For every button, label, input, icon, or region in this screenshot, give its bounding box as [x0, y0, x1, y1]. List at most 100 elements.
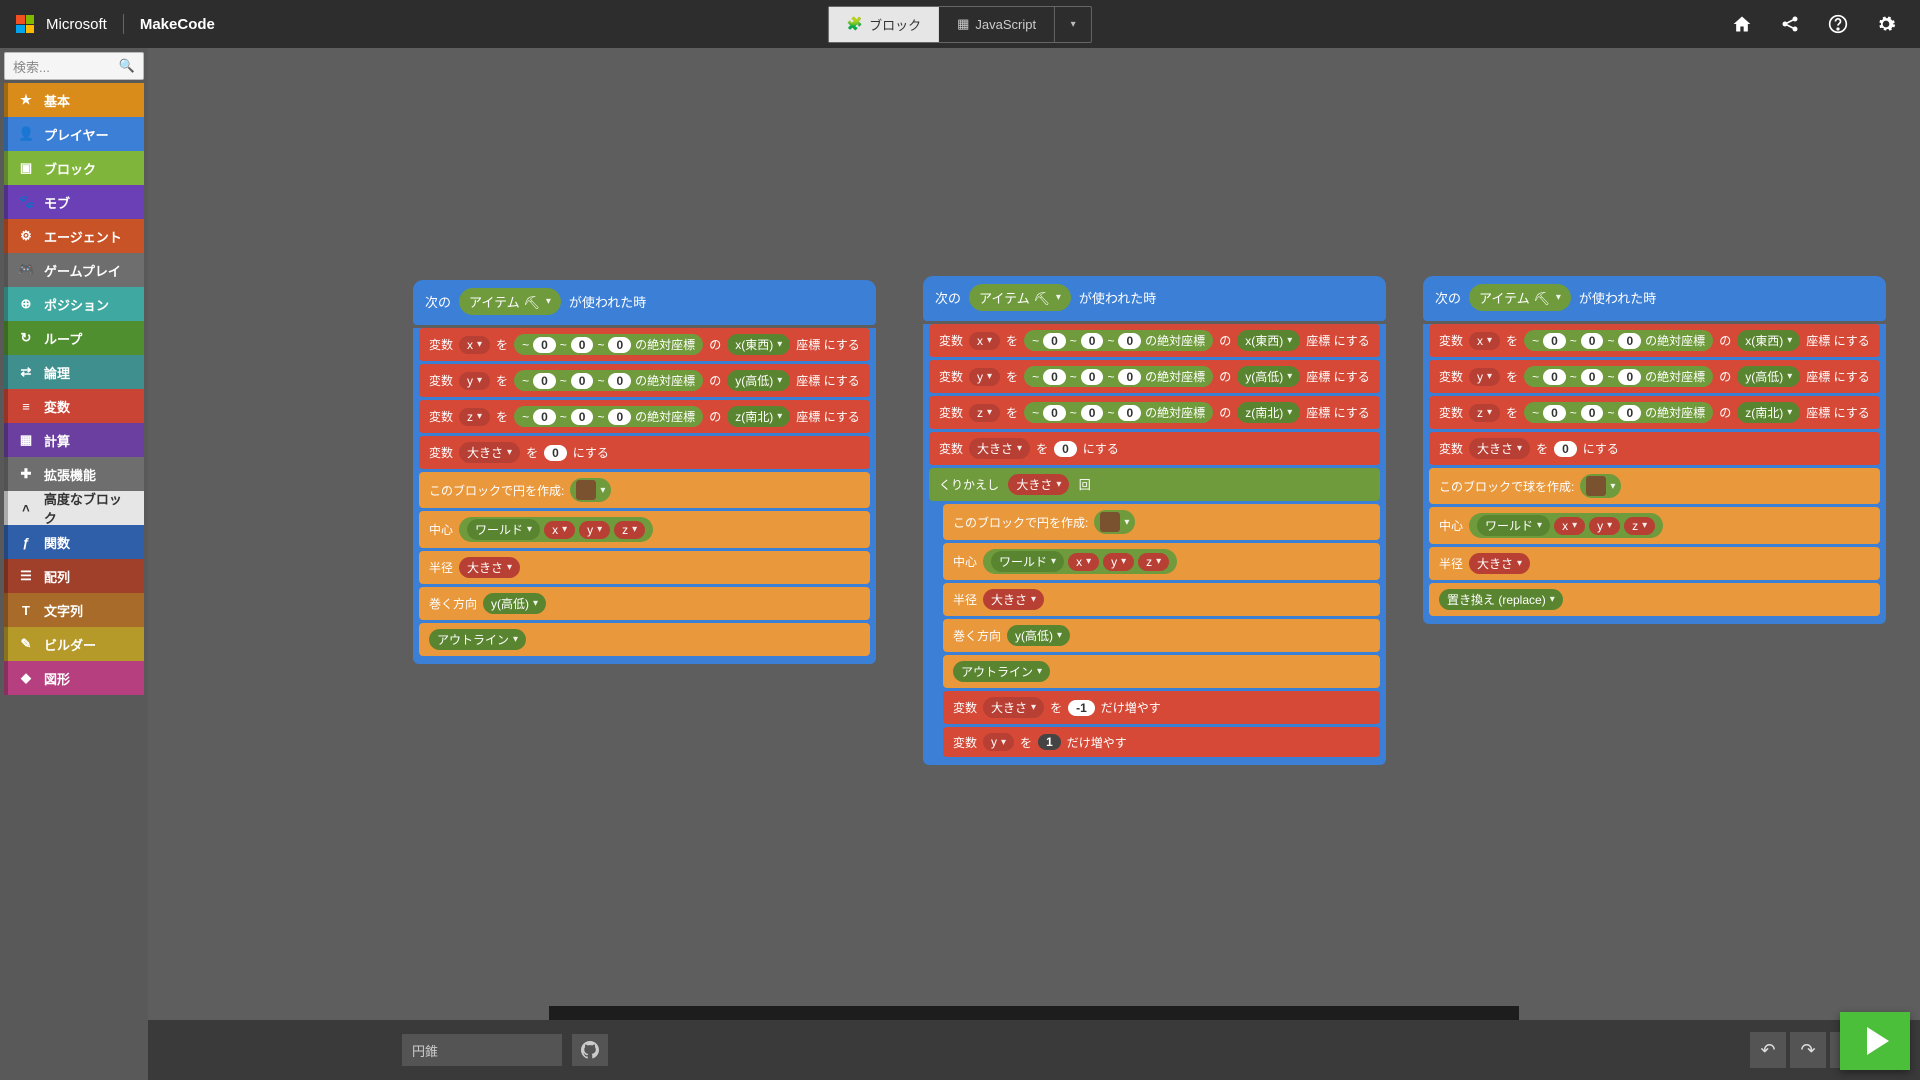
number-slot[interactable]: 0 [1081, 333, 1104, 349]
circle-statement[interactable]: このブロックで円を作成: ▾ [943, 504, 1380, 540]
category-9[interactable]: ≡変数 [4, 389, 144, 423]
set-var-statement[interactable]: 変数 y ▾ を ~ 0 ~ 0 ~ 0 の絶対座標 の y(高低) ▾ 座標 … [1429, 360, 1880, 393]
item-pill[interactable]: アイテム ⛏▾ [1469, 284, 1571, 311]
help-icon[interactable] [1828, 14, 1848, 34]
number-slot[interactable]: 0 [1118, 369, 1141, 385]
var-chip[interactable]: y ▾ [1103, 553, 1134, 571]
number-slot[interactable]: 0 [533, 409, 556, 425]
number-slot[interactable]: 0 [608, 409, 631, 425]
set-size-statement[interactable]: 変数 大きさ ▾ を 0 にする [1429, 432, 1880, 465]
radius-row[interactable]: 半径 大きさ ▾ [419, 551, 870, 584]
number-slot[interactable]: 0 [1043, 333, 1066, 349]
script-3[interactable]: 次の アイテム ⛏▾ が使われた時 変数 x ▾ を ~ 0 ~ 0 ~ 0 の… [1423, 276, 1886, 624]
dropdown-chip[interactable]: z(南北) ▾ [1237, 402, 1300, 423]
outline-row[interactable]: アウトライン ▾ [943, 655, 1380, 688]
var-chip[interactable]: y ▾ [579, 521, 610, 539]
tab-blocks[interactable]: 🧩ブロック [829, 7, 939, 42]
var-chip[interactable]: x ▾ [1068, 553, 1099, 571]
number-slot[interactable]: 0 [533, 337, 556, 353]
tab-javascript[interactable]: ▦JavaScript [939, 7, 1054, 42]
center-row[interactable]: 中心 ワールド ▾ x ▾ y ▾ z ▾ [943, 543, 1380, 580]
var-chip[interactable]: 大きさ ▾ [983, 589, 1044, 610]
dropdown-chip[interactable]: ワールド ▾ [991, 551, 1064, 572]
undo-button[interactable]: ↶ [1750, 1032, 1786, 1068]
category-16[interactable]: ✎ビルダー [4, 627, 144, 661]
var-chip[interactable]: x ▾ [1554, 517, 1585, 535]
number-slot[interactable]: 0 [1581, 405, 1604, 421]
circle-statement[interactable]: このブロックで円を作成: ▾ [419, 472, 870, 508]
home-icon[interactable] [1732, 14, 1752, 34]
category-12[interactable]: ˄高度なブロック [4, 491, 144, 525]
set-var-statement[interactable]: 変数 z ▾ を ~ 0 ~ 0 ~ 0 の絶対座標 の z(南北) ▾ 座標 … [419, 400, 870, 433]
set-var-statement[interactable]: 変数 y ▾ を ~ 0 ~ 0 ~ 0 の絶対座標 の y(高低) ▾ 座標 … [419, 364, 870, 397]
set-size-statement[interactable]: 変数 大きさ ▾ を 0 にする [929, 432, 1380, 465]
number-slot[interactable]: 0 [1543, 369, 1566, 385]
category-5[interactable]: 🎮ゲームプレイ [4, 253, 144, 287]
number-slot[interactable]: 0 [1618, 369, 1641, 385]
item-pill[interactable]: アイテム ⛏▾ [969, 284, 1071, 311]
number-slot[interactable]: 0 [1043, 405, 1066, 421]
category-17[interactable]: ◆図形 [4, 661, 144, 695]
category-3[interactable]: 🐾モブ [4, 185, 144, 219]
category-4[interactable]: ⚙エージェント [4, 219, 144, 253]
var-chip[interactable]: y ▾ [983, 733, 1014, 751]
var-chip[interactable]: z ▾ [1138, 553, 1169, 571]
event-hat[interactable]: 次の アイテム ⛏▾ が使われた時 [413, 280, 876, 325]
dropdown-chip[interactable]: x(東西) ▾ [727, 334, 790, 355]
category-14[interactable]: ☰配列 [4, 559, 144, 593]
var-chip[interactable]: x ▾ [1469, 332, 1500, 350]
number-slot[interactable]: 0 [608, 337, 631, 353]
event-hat[interactable]: 次の アイテム ⛏▾ が使われた時 [923, 276, 1386, 321]
number-slot[interactable]: 0 [1118, 333, 1141, 349]
redo-button[interactable]: ↷ [1790, 1032, 1826, 1068]
var-chip[interactable]: x ▾ [459, 336, 490, 354]
number-slot[interactable]: -1 [1068, 700, 1095, 716]
number-slot[interactable]: 0 [608, 373, 631, 389]
number-slot[interactable]: 0 [1043, 369, 1066, 385]
category-15[interactable]: T文字列 [4, 593, 144, 627]
script-1[interactable]: 次の アイテム ⛏▾ が使われた時 変数 x ▾ を ~ 0 ~ 0 ~ 0 の… [413, 280, 876, 664]
play-button[interactable] [1840, 1012, 1910, 1070]
dropdown-chip[interactable]: y(高低) ▾ [1737, 366, 1800, 387]
dropdown-chip[interactable]: y(高低) ▾ [483, 593, 546, 614]
center-row[interactable]: 中心 ワールド ▾ x ▾ y ▾ z ▾ [1429, 507, 1880, 544]
settings-icon[interactable] [1876, 14, 1896, 34]
number-slot[interactable]: 0 [544, 445, 567, 461]
item-pill[interactable]: アイテム ⛏▾ [459, 288, 561, 315]
var-chip[interactable]: x ▾ [544, 521, 575, 539]
category-2[interactable]: ▣ブロック [4, 151, 144, 185]
set-var-statement[interactable]: 変数 x ▾ を ~ 0 ~ 0 ~ 0 の絶対座標 の x(東西) ▾ 座標 … [929, 324, 1380, 357]
change-var-statement[interactable]: 変数 大きさ ▾ を -1 だけ増やす [943, 691, 1380, 724]
radius-row[interactable]: 半径 大きさ ▾ [1429, 547, 1880, 580]
var-chip[interactable]: y ▾ [969, 368, 1000, 386]
number-slot[interactable]: 0 [1543, 405, 1566, 421]
set-var-statement[interactable]: 変数 x ▾ を ~ 0 ~ 0 ~ 0 の絶対座標 の x(東西) ▾ 座標 … [419, 328, 870, 361]
dropdown-chip[interactable]: x(東西) ▾ [1237, 330, 1300, 351]
event-hat[interactable]: 次の アイテム ⛏▾ が使われた時 [1423, 276, 1886, 321]
orient-row[interactable]: 巻く方向 y(高低) ▾ [943, 619, 1380, 652]
var-chip[interactable]: z ▾ [1624, 517, 1655, 535]
sphere-statement[interactable]: このブロックで球を作成: ▾ [1429, 468, 1880, 504]
github-button[interactable] [572, 1034, 608, 1066]
number-slot[interactable]: 0 [1581, 333, 1604, 349]
set-var-statement[interactable]: 変数 x ▾ を ~ 0 ~ 0 ~ 0 の絶対座標 の x(東西) ▾ 座標 … [1429, 324, 1880, 357]
dropdown-chip[interactable]: ワールド ▾ [467, 519, 540, 540]
dropdown-chip[interactable]: ワールド ▾ [1477, 515, 1550, 536]
dropdown-chip[interactable]: アウトライン ▾ [429, 629, 526, 650]
change-var-statement[interactable]: 変数 y ▾ を 1 だけ増やす [943, 727, 1380, 757]
category-11[interactable]: ✚拡張機能 [4, 457, 144, 491]
number-slot[interactable]: 0 [1081, 405, 1104, 421]
var-chip[interactable]: z ▾ [614, 521, 645, 539]
orient-row[interactable]: 巻く方向 y(高低) ▾ [419, 587, 870, 620]
number-slot[interactable]: 0 [1081, 369, 1104, 385]
center-row[interactable]: 中心 ワールド ▾ x ▾ y ▾ z ▾ [419, 511, 870, 548]
number-slot[interactable]: 0 [571, 373, 594, 389]
number-slot[interactable]: 1 [1038, 734, 1061, 750]
var-chip[interactable]: 大きさ ▾ [1008, 474, 1069, 495]
dropdown-chip[interactable]: y(高低) ▾ [1237, 366, 1300, 387]
dropdown-chip[interactable]: y(高低) ▾ [727, 370, 790, 391]
number-slot[interactable]: 0 [571, 337, 594, 353]
var-chip[interactable]: y ▾ [1469, 368, 1500, 386]
var-chip[interactable]: y ▾ [459, 372, 490, 390]
set-var-statement[interactable]: 変数 z ▾ を ~ 0 ~ 0 ~ 0 の絶対座標 の z(南北) ▾ 座標 … [1429, 396, 1880, 429]
